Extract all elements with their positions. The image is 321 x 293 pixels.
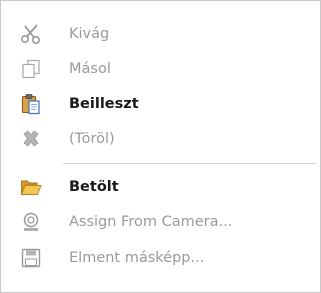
menu-separator: [63, 163, 317, 164]
copy-icon: [20, 58, 42, 80]
delete-x-icon: [20, 128, 42, 150]
menu-item-label: Elment másképp...: [69, 250, 205, 266]
scissors-icon: [20, 23, 42, 45]
menu-item-assign-from-camera[interactable]: Assign From Camera...: [2, 205, 319, 239]
menu-item-paste[interactable]: Beilleszt: [2, 87, 319, 121]
menu-item-label: Kivág: [69, 26, 110, 42]
menu-item-copy[interactable]: Másol: [2, 52, 319, 86]
menu-item-save-as[interactable]: Elment másképp...: [2, 241, 319, 275]
menu-item-label: (Töröl): [69, 131, 115, 147]
menu-item-label: Assign From Camera...: [69, 214, 233, 230]
menu-item-label: Betölt: [69, 179, 119, 195]
context-menu: Kivág Másol Beilleszt (Töröl) Betölt Ass…: [0, 0, 321, 293]
menu-item-delete[interactable]: (Töröl): [2, 122, 319, 156]
menu-item-load[interactable]: Betölt: [2, 170, 319, 204]
menu-item-cut[interactable]: Kivág: [2, 17, 319, 51]
menu-item-label: Másol: [69, 61, 111, 77]
menu-item-label: Beilleszt: [69, 96, 139, 112]
paste-icon: [20, 93, 42, 115]
folder-open-icon: [20, 176, 42, 198]
camera-icon: [20, 211, 42, 233]
save-disk-icon: [20, 247, 42, 269]
